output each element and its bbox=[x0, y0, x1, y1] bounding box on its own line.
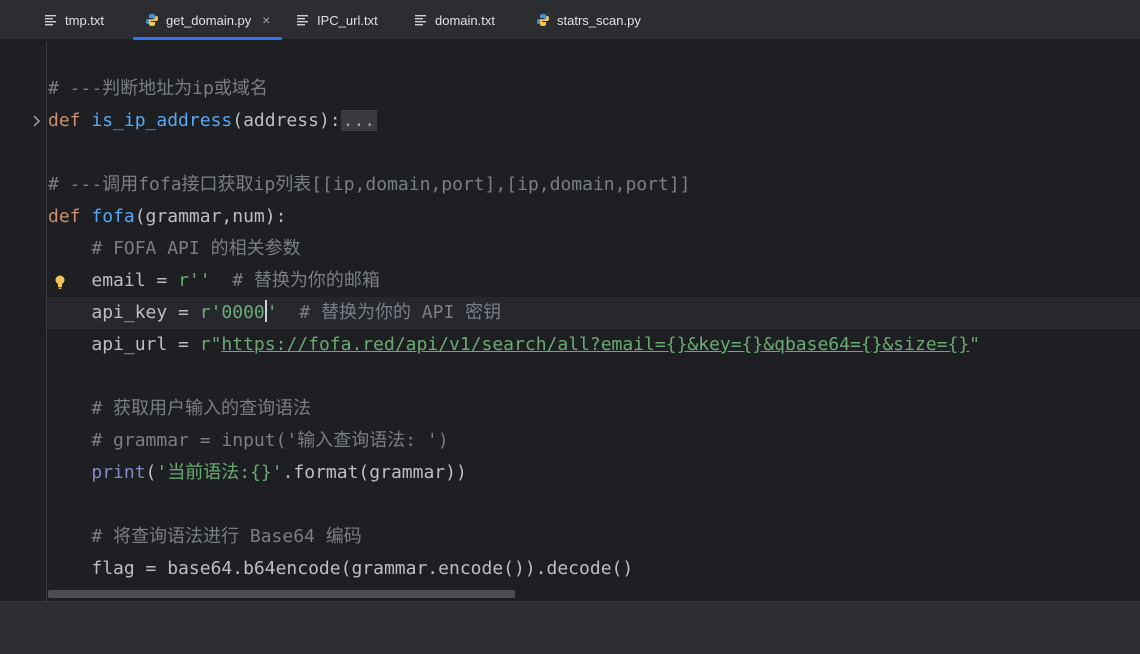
tab-label: domain.txt bbox=[435, 12, 495, 28]
code-line: # ---调用fofa接口获取ip列表[[ip,domain,port],[ip… bbox=[48, 169, 980, 201]
function-name: is_ip_address bbox=[91, 110, 233, 131]
url-link[interactable]: https://fofa.red/api/v1/search/all?email… bbox=[221, 334, 969, 355]
tab-tmp-txt[interactable]: tmp.txt bbox=[44, 0, 104, 40]
code-line: # 将查询语法进行 Base64 编码 bbox=[48, 521, 980, 553]
tab-label: get_domain.py bbox=[166, 12, 252, 28]
fold-expand-icon[interactable] bbox=[30, 111, 44, 131]
paren: ( bbox=[145, 462, 157, 483]
comment: # FOFA API 的相关参数 bbox=[91, 238, 301, 259]
keyword: def bbox=[48, 206, 81, 227]
comment: # 将查询语法进行 Base64 编码 bbox=[91, 526, 362, 547]
comment: # ---判断地址为ip或域名 bbox=[48, 78, 268, 99]
code-line: # FOFA API 的相关参数 bbox=[48, 233, 980, 265]
code-line: def fofa(grammar,num): bbox=[48, 201, 980, 233]
tab-label: IPC_url.txt bbox=[317, 12, 378, 28]
horizontal-scrollbar[interactable] bbox=[48, 590, 515, 598]
tab-domain-txt[interactable]: domain.txt bbox=[414, 0, 495, 40]
bottom-panel bbox=[0, 601, 1140, 654]
code-line: print('当前语法:{}'.format(grammar)) bbox=[48, 457, 980, 489]
tab-statrs-scan-py[interactable]: statrs_scan.py bbox=[536, 0, 641, 40]
assignment: api_key = bbox=[91, 302, 200, 323]
code-lines[interactable]: # ---判断地址为ip或域名 def is_ip_address(addres… bbox=[48, 73, 980, 585]
assignment: email = bbox=[91, 270, 179, 291]
statement: flag = base64.b64encode(grammar.encode()… bbox=[91, 558, 634, 579]
tab-label: statrs_scan.py bbox=[557, 12, 641, 28]
string-literal: '当前语法:{}' bbox=[156, 462, 283, 483]
comment: # 替换为你的 API 密钥 bbox=[277, 302, 502, 323]
folded-region[interactable]: ... bbox=[340, 110, 378, 131]
comment: # ---调用fofa接口获取ip列表[[ip,domain,port],[ip… bbox=[48, 174, 691, 195]
code-line: def is_ip_address(address):... bbox=[48, 105, 980, 137]
code-line: api_url = r"https://fofa.red/api/v1/sear… bbox=[48, 329, 980, 361]
string-literal: r'' bbox=[178, 270, 211, 291]
builtin-function: print bbox=[91, 462, 146, 483]
comment: # grammar = input('输入查询语法: ') bbox=[91, 430, 449, 451]
comment: # 替换为你的邮箱 bbox=[210, 270, 380, 291]
editor-tab-bar: tmp.txt get_domain.py × IPC_url.txt doma… bbox=[0, 0, 1140, 40]
params: (grammar,num): bbox=[134, 206, 287, 227]
code-line: email = r'' # 替换为你的邮箱 bbox=[48, 265, 980, 297]
string-prefix: r" bbox=[199, 334, 222, 355]
text-file-icon bbox=[296, 13, 310, 27]
code-line: # ---判断地址为ip或域名 bbox=[48, 73, 980, 105]
method-call: .format(grammar)) bbox=[282, 462, 467, 483]
function-name: fofa bbox=[91, 206, 135, 227]
text-file-icon bbox=[414, 13, 428, 27]
comment: # 获取用户输入的查询语法 bbox=[91, 398, 312, 419]
tab-ipc-url-txt[interactable]: IPC_url.txt bbox=[296, 0, 378, 40]
close-icon[interactable]: × bbox=[262, 13, 270, 27]
tab-label: tmp.txt bbox=[65, 12, 105, 28]
string-literal-end: ' bbox=[266, 302, 278, 323]
tab-get-domain-py[interactable]: get_domain.py × bbox=[133, 0, 282, 40]
code-editor[interactable]: # ---判断地址为ip或域名 def is_ip_address(addres… bbox=[0, 41, 1140, 601]
code-line-current: api_key = r'0000 ' # 替换为你的 API 密钥 bbox=[48, 297, 980, 329]
text-file-icon bbox=[44, 13, 58, 27]
gutter-divider bbox=[46, 41, 47, 601]
string-literal: r'0000 bbox=[199, 302, 265, 323]
keyword: def bbox=[48, 110, 81, 131]
code-line: flag = base64.b64encode(grammar.encode()… bbox=[48, 553, 980, 585]
code-line: # grammar = input('输入查询语法: ') bbox=[48, 425, 980, 457]
params: (address): bbox=[232, 110, 341, 131]
python-file-icon bbox=[145, 13, 159, 27]
string-suffix: " bbox=[969, 334, 981, 355]
python-file-icon bbox=[536, 13, 550, 27]
assignment: api_url = bbox=[91, 334, 200, 355]
code-line: # 获取用户输入的查询语法 bbox=[48, 393, 980, 425]
